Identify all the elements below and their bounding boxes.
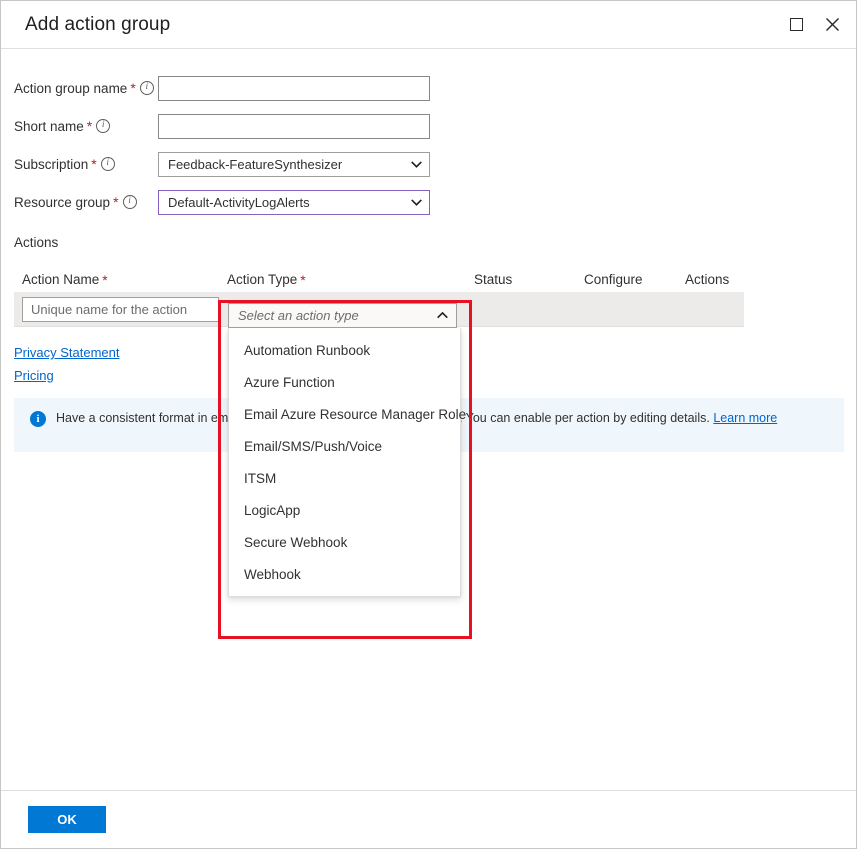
required-asterisk: * <box>91 157 96 171</box>
dialog-content: Action group name * i Short name * i Sub… <box>1 49 856 790</box>
dropdown-option-automation-runbook[interactable]: Automation Runbook <box>229 334 460 366</box>
dropdown-option-secure-webhook[interactable]: Secure Webhook <box>229 526 460 558</box>
close-button[interactable] <box>814 7 850 43</box>
dropdown-option-email-sms-push-voice[interactable]: Email/SMS/Push/Voice <box>229 430 460 462</box>
subscription-select[interactable]: Feedback-FeatureSynthesizer <box>158 152 430 177</box>
label-subscription: Subscription * i <box>14 157 158 172</box>
pricing-link[interactable]: Pricing <box>14 368 54 383</box>
actions-section-title: Actions <box>1 221 856 250</box>
label-short-name: Short name * i <box>14 119 158 134</box>
close-x-icon <box>825 17 840 32</box>
info-icon[interactable]: i <box>123 195 137 209</box>
info-icon[interactable]: i <box>96 119 110 133</box>
action-type-dropdown-list[interactable]: Automation Runbook Azure Function Email … <box>228 328 461 597</box>
page-title: Add action group <box>25 15 778 34</box>
required-asterisk: * <box>130 81 135 95</box>
action-name-input[interactable] <box>22 297 219 322</box>
column-header-configure: Configure <box>584 272 685 287</box>
required-asterisk: * <box>87 119 92 133</box>
learn-more-link[interactable]: Learn more <box>713 411 777 425</box>
dropdown-option-itsm[interactable]: ITSM <box>229 462 460 494</box>
column-header-status: Status <box>474 272 584 287</box>
short-name-input[interactable] <box>158 114 430 139</box>
required-asterisk: * <box>300 273 305 287</box>
privacy-statement-link[interactable]: Privacy Statement <box>14 345 120 360</box>
add-action-group-dialog: Add action group Action group name * i <box>0 0 857 849</box>
subscription-select-value[interactable]: Feedback-FeatureSynthesizer <box>158 152 430 177</box>
action-type-placeholder: Select an action type <box>238 308 359 323</box>
maximize-button[interactable] <box>778 7 814 43</box>
dialog-footer: OK <box>1 790 856 848</box>
action-group-name-input[interactable] <box>158 76 430 101</box>
action-type-combobox[interactable]: Select an action type <box>228 303 457 328</box>
chevron-up-icon[interactable] <box>437 304 448 327</box>
required-asterisk: * <box>113 195 118 209</box>
resource-group-select[interactable]: Default-ActivityLogAlerts <box>158 190 430 215</box>
actions-table: Action Name * Action Type * Status Confi… <box>1 263 856 327</box>
form-fields: Action group name * i Short name * i Sub… <box>1 49 856 221</box>
field-row-action-group-name: Action group name * i <box>14 69 856 107</box>
field-row-resource-group: Resource group * i Default-ActivityLogAl… <box>14 183 856 221</box>
maximize-square-icon <box>790 18 803 31</box>
dialog-titlebar: Add action group <box>1 1 856 49</box>
field-row-short-name: Short name * i <box>14 107 856 145</box>
column-header-action-name: Action Name * <box>22 272 227 287</box>
info-icon[interactable]: i <box>140 81 154 95</box>
resource-group-select-value[interactable]: Default-ActivityLogAlerts <box>158 190 430 215</box>
label-action-group-name: Action group name * i <box>14 81 158 96</box>
ok-button[interactable]: OK <box>28 806 106 833</box>
column-header-action-type: Action Type * <box>227 272 474 287</box>
column-header-actions: Actions <box>685 272 775 287</box>
required-asterisk: * <box>102 273 107 287</box>
field-row-subscription: Subscription * i Feedback-FeatureSynthes… <box>14 145 856 183</box>
dropdown-option-azure-function[interactable]: Azure Function <box>229 366 460 398</box>
label-resource-group: Resource group * i <box>14 195 158 210</box>
dropdown-option-email-arm-role[interactable]: Email Azure Resource Manager Role <box>229 398 460 430</box>
action-type-combobox-area: Select an action type Automation Runbook… <box>228 303 461 597</box>
cell-action-name <box>22 297 227 322</box>
info-icon[interactable]: i <box>101 157 115 171</box>
info-circle-icon: i <box>30 411 46 427</box>
actions-table-header: Action Name * Action Type * Status Confi… <box>1 263 856 287</box>
dropdown-option-logicapp[interactable]: LogicApp <box>229 494 460 526</box>
dropdown-option-webhook[interactable]: Webhook <box>229 558 460 590</box>
